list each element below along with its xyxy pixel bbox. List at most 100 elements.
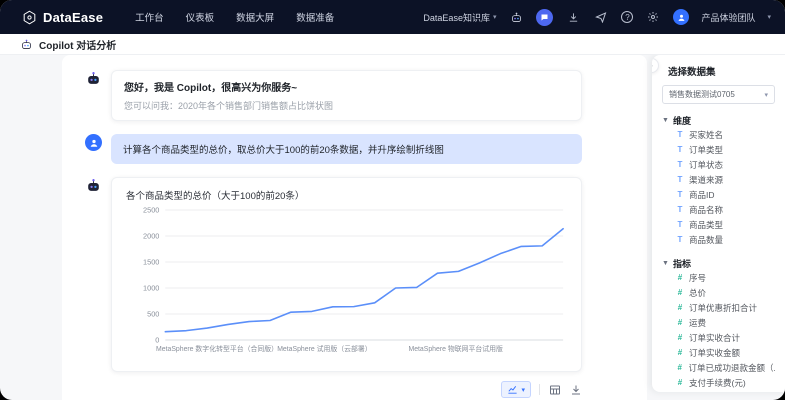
chart-card: 各个商品类型的总价（大于100的前20条） 0 500 1000 1500 2000 25… (111, 177, 582, 372)
measure-field[interactable]: # 订单实收金额 (676, 345, 775, 360)
robot-icon[interactable] (508, 9, 524, 25)
dataset-sidebar: › 选择数据集 销售数据测试0705 ▾ ▼ 维度 T 买家姓名 T 订单类型 (652, 55, 785, 392)
number-field-icon: # (677, 333, 683, 342)
toolbar-divider (539, 384, 540, 395)
chat-panel: 您好，我是 Copilot，很高兴为你服务~ 您可以问我：2020年各个销售部门… (62, 55, 647, 400)
menu-item[interactable]: 数据大屏 (236, 10, 274, 24)
svg-text:MetaSphere 数字化转型平台（合同版）: MetaSphere 数字化转型平台（合同版） (156, 344, 278, 353)
page-title: Copilot 对话分析 (39, 40, 117, 52)
top-navbar: DataEase 工作台 仪表板 数据大屏 数据准备 DataEase知识库 ▾ ? (0, 0, 785, 34)
svg-text:500: 500 (147, 309, 159, 318)
bot-avatar-robot-icon (85, 177, 102, 194)
user-name[interactable]: 产品体验团队 (701, 11, 755, 24)
bot-greeting-message: 您好，我是 Copilot，很高兴为你服务~ 您可以问我：2020年各个销售部门… (62, 55, 647, 121)
settings-icon[interactable] (645, 9, 661, 25)
measure-list: # 序号 # 总价 # 订单优惠折扣合计 # 运费 # 订单实收合计 # 订单实… (662, 270, 775, 390)
text-field-icon: T (677, 160, 683, 169)
measure-field[interactable]: # 订单已成功退款金额（... (676, 360, 775, 375)
greeting-title: 您好，我是 Copilot，很高兴为你服务~ (124, 83, 298, 94)
measures-section-header[interactable]: ▼ 指标 (662, 257, 775, 270)
text-field-icon: T (677, 190, 683, 199)
text-field-icon: T (677, 220, 683, 229)
triangle-collapse-icon: ▼ (662, 260, 669, 267)
brand-name: DataEase (43, 9, 104, 25)
dimension-field[interactable]: T 商品类型 (676, 217, 775, 232)
table-view-icon[interactable] (548, 383, 561, 396)
download-icon[interactable] (565, 9, 581, 25)
nav-right: DataEase知识库 ▾ ? 产品体验团队 ▾ (423, 8, 771, 26)
measure-field[interactable]: # 订单优惠折扣合计 (676, 300, 775, 315)
measure-field[interactable]: # 序号 (676, 270, 775, 285)
copilot-chat-icon[interactable] (536, 8, 554, 26)
svg-text:1500: 1500 (143, 257, 159, 266)
bot-avatar-robot-icon (85, 70, 102, 87)
measure-field[interactable]: # 订单实收合计 (676, 330, 775, 345)
kb-dropdown[interactable]: DataEase知识库 ▾ (423, 11, 496, 24)
dataset-select-value: 销售数据测试0705 (669, 90, 735, 99)
number-field-icon: # (677, 288, 683, 297)
number-field-icon: # (677, 363, 682, 372)
svg-text:MetaSphere 物联网平台试用版: MetaSphere 物联网平台试用版 (408, 344, 503, 353)
dimension-field[interactable]: T 商品名称 (676, 202, 775, 217)
dataease-logo-icon (23, 10, 36, 24)
dimension-field[interactable]: T 商品ID (676, 187, 775, 202)
measure-field[interactable]: # 总价 (676, 285, 775, 300)
user-query-bubble: 计算各个商品类型的总价，取总价大于100的前20条数据，并升序绘制折线图 (111, 134, 582, 164)
triangle-collapse-icon: ▼ (662, 117, 669, 124)
svg-text:1000: 1000 (143, 283, 159, 292)
dimension-field[interactable]: T 订单类型 (676, 142, 775, 157)
export-download-icon[interactable] (569, 383, 582, 396)
chart-type-select[interactable]: ▾ (501, 381, 531, 398)
copilot-header: Copilot 对话分析 (0, 34, 785, 55)
svg-text:0: 0 (155, 335, 159, 344)
svg-text:2000: 2000 (143, 231, 159, 240)
sidebar-title: 选择数据集 (668, 67, 716, 78)
chevron-down-icon: ▾ (521, 386, 525, 394)
select-chevron-down-icon: ▾ (764, 91, 768, 99)
svg-text:2500: 2500 (143, 205, 159, 214)
help-icon[interactable]: ? (621, 11, 634, 23)
measure-field[interactable]: # 支付手续费(元) (676, 375, 775, 390)
bot-chart-message: 各个商品类型的总价（大于100的前20条） 0 500 1000 1500 2000 25… (62, 177, 647, 372)
svg-text:MetaSphere 试用版（云部署）: MetaSphere 试用版（云部署） (277, 344, 371, 353)
line-chart-icon (508, 386, 518, 394)
user-avatar[interactable] (673, 9, 690, 25)
user-message: 计算各个商品类型的总价，取总价大于100的前20条数据，并升序绘制折线图 (62, 134, 647, 164)
share-icon[interactable] (593, 9, 609, 25)
user-chevron-down-icon[interactable]: ▾ (767, 13, 771, 21)
menu-item[interactable]: 数据准备 (296, 10, 334, 24)
number-field-icon: # (677, 273, 683, 282)
measures-label: 指标 (672, 259, 691, 269)
menu-item[interactable]: 工作台 (135, 10, 164, 24)
copilot-robot-icon (22, 39, 31, 49)
greeting-hint: 您可以问我：2020年各个销售部门销售额占比饼状图 (124, 101, 334, 111)
sidebar-collapse-button[interactable]: › (652, 58, 659, 73)
number-field-icon: # (677, 303, 683, 312)
dimension-field[interactable]: T 商品数量 (676, 232, 775, 247)
chart-toolbar: ▾ (62, 381, 647, 398)
dimension-field[interactable]: T 买家姓名 (676, 127, 775, 142)
number-field-icon: # (677, 318, 683, 327)
number-field-icon: # (677, 348, 683, 357)
dataset-select[interactable]: 销售数据测试0705 ▾ (662, 85, 775, 104)
dimension-field[interactable]: T 渠道来源 (676, 172, 775, 187)
text-field-icon: T (677, 235, 683, 244)
menu-item[interactable]: 仪表板 (186, 10, 215, 24)
chevron-down-icon: ▾ (492, 14, 497, 21)
text-field-icon: T (677, 175, 683, 184)
text-field-icon: T (677, 145, 683, 154)
dimensions-label: 维度 (672, 116, 691, 126)
text-field-icon: T (677, 130, 683, 139)
greeting-card: 您好，我是 Copilot，很高兴为你服务~ 您可以问我：2020年各个销售部门… (111, 70, 582, 121)
main-menu: 工作台 仪表板 数据大屏 数据准备 (135, 10, 334, 24)
app-window: DataEase 工作台 仪表板 数据大屏 数据准备 DataEase知识库 ▾ ? (0, 0, 785, 400)
measure-field[interactable]: # 运费 (676, 315, 775, 330)
dimensions-section-header[interactable]: ▼ 维度 (662, 114, 775, 127)
user-message-avatar (85, 134, 102, 151)
dimension-list: T 买家姓名 T 订单类型 T 订单状态 T 渠道来源 T 商品ID T 商品名… (662, 127, 775, 247)
dimension-field[interactable]: T 订单状态 (676, 157, 775, 172)
chart-title: 各个商品类型的总价（大于100的前20条） (126, 191, 305, 202)
line-chart: 0 500 1000 1500 2000 2500 MetaSphere 数字化转型平台（合… (143, 205, 564, 353)
brand-logo[interactable]: DataEase (22, 10, 103, 25)
text-field-icon: T (677, 205, 683, 214)
